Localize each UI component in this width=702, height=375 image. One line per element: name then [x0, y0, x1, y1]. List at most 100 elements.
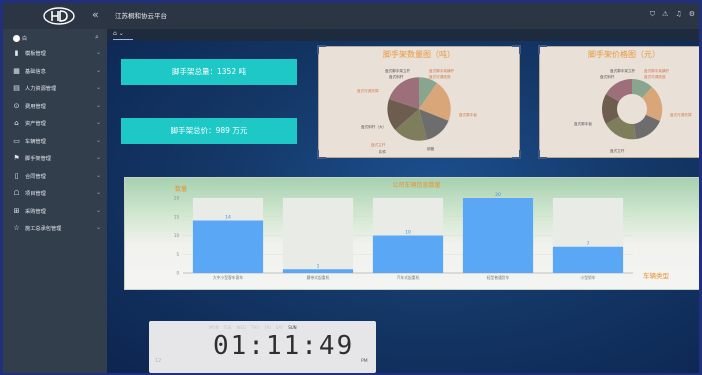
x-tick-label: 履带式起重机 [307, 275, 330, 280]
sidebar-item-label: 资产管理 [25, 121, 46, 127]
pie-label: 盘式可调底座 [429, 75, 451, 79]
chevron-down-icon: ⌄ [96, 101, 102, 109]
sidebar-item-label: 基础信息 [25, 68, 46, 75]
stat-label: 脚手架总价： [170, 126, 216, 135]
sidebar-item-expense[interactable]: ⊙ 费用管理 ⌄ [3, 98, 107, 116]
purchase-icon: ⊞ [13, 206, 20, 215]
pie-value-chart [601, 78, 663, 140]
sidebar-item-basic-info[interactable]: ▦ 基础信息 ⌄ [3, 63, 107, 81]
user-name: 白 [22, 36, 28, 42]
sidebar-item-hr[interactable]: ▤ 人力资源管理 ⌄ [3, 80, 107, 98]
top-bar: « 江苏桐和协云平台 ⛉ ⚠ ♫ ⚙ [3, 3, 699, 29]
top-icons: ⛉ ⚠ ♫ ⚙ [650, 10, 695, 19]
collapse-sidebar-button[interactable]: « [92, 8, 99, 22]
x-tick-label: 大中小型客车客车 [213, 275, 244, 280]
sidebar-item-assets[interactable]: ⌂ 资产管理 ⌄ [3, 115, 107, 133]
bar-background [282, 198, 354, 273]
x-tick-label: 轻型普通货车 [487, 275, 510, 280]
bar-value-label: 10 [405, 230, 411, 236]
stat-total-price: 脚手架总价：989 万元 [121, 118, 297, 144]
vehicle-bar-chart-panel: 公司车辆信息数量 数量 车辆类型 0 5 10 15 20 14 大中小型客车客车 1 履带式起… [124, 177, 699, 290]
sidebar: 白 ⌕ ▮ 模板管理 ⌄ ▦ 基础信息 ⌄ ▤ 人力资源管理 ⌄ ⊙ 费用管理 ⌄ ⌂ 资产管理 ⌄… [3, 29, 107, 373]
y-tick-label: 0 [176, 271, 179, 276]
pie-label: 盘式立杆 [371, 143, 386, 147]
app-title: 江苏桐和协云平台 [115, 12, 167, 20]
bell-icon[interactable]: ♫ [675, 10, 681, 19]
brand-logo [43, 7, 75, 25]
sidebar-menu: ▮ 模板管理 ⌄ ▦ 基础信息 ⌄ ▤ 人力资源管理 ⌄ ⊙ 费用管理 ⌄ ⌂ 资产管理 ⌄ ▭ 车辆… [3, 45, 107, 238]
pie-label: 钢管 [427, 147, 435, 151]
avatar[interactable] [13, 35, 20, 42]
pie-label: 盘式可调底座 [644, 75, 666, 79]
sidebar-item-vehicles[interactable]: ▭ 车辆管理 ⌄ [3, 133, 107, 151]
stat-label: 脚手架总量： [172, 67, 217, 76]
sidebar-item-label: 采购管理 [25, 208, 46, 215]
sidebar-item-project[interactable]: ☖ 项目管理 ⌄ [3, 185, 107, 203]
chevron-down-icon: ⌄ [96, 119, 102, 126]
bar-value-label: 20 [495, 192, 501, 198]
document-icon: ▯ [14, 171, 19, 180]
sidebar-item-label: 车辆管理 [25, 138, 46, 145]
chevron-down-icon: ⌄ [96, 66, 102, 74]
tab-home[interactable]: ⌂ ⌄ [113, 30, 133, 40]
digital-clock: MON TUE WED THU FRI SAT SUN 01:11:49 12 PM [149, 321, 376, 373]
bar[interactable] [372, 235, 444, 274]
pie-value-panel: 脚手架价格图（元） 盘式脚手架立杆 盘式脚手架横杆 盘式斜杆 盘式可调底座 盘式… [538, 45, 699, 159]
x-tick-label: 小型轿车 [580, 275, 595, 280]
sidebar-item-label: 项目管理 [25, 191, 46, 197]
y-tick-label: 5 [176, 252, 179, 257]
truck-icon: ▭ [13, 136, 20, 145]
alert-icon[interactable]: ⚠ [662, 10, 668, 19]
chevron-down-icon: ⌄ [96, 84, 102, 91]
search-icon[interactable]: ⌕ [95, 33, 99, 42]
chevron-down-icon: ⌄ [96, 154, 102, 161]
sidebar-item-scaffold[interactable]: ⚑ 脚手架管理 ⌄ [3, 150, 107, 168]
bar[interactable] [552, 246, 624, 273]
money-icon: ⊙ [13, 101, 20, 110]
bar-value-label: 1 [317, 263, 320, 269]
sidebar-item-template[interactable]: ▮ 模板管理 ⌄ [3, 45, 107, 63]
y-tick-label: 15 [174, 214, 180, 219]
pie-label: 盘式脚手架立杆 [385, 69, 411, 73]
tab-strip: ⌂ ⌄ [107, 29, 699, 41]
sidebar-item-label: 施工总承包管理 [25, 226, 62, 232]
sidebar-item-contract[interactable]: ▯ 合同管理 ⌄ [3, 168, 107, 186]
pie-label: 盘式脚手板 [459, 113, 477, 117]
pie-label: 盘式可调托撑 [357, 89, 379, 93]
x-tick-label: 汽车式起重机 [397, 275, 420, 280]
sidebar-item-label: 费用管理 [25, 103, 46, 110]
asset-icon: ⌂ [14, 119, 19, 127]
pie-label: 盘式斜杆 [600, 75, 615, 79]
sidebar-item-general-contract[interactable]: ☆ 施工总承包管理 ⌄ [3, 220, 107, 238]
sidebar-item-label: 合同管理 [25, 173, 46, 180]
star-icon: ☆ [13, 224, 20, 232]
pie-label: 盘式斜杆 [389, 75, 404, 79]
calendar-icon: ▤ [13, 84, 20, 92]
vehicle-bar-chart: 0 5 10 15 20 14 大中小型客车客车 1 履带式起重机 10 汽车式起重机 20 轻型普通货… [174, 192, 633, 280]
user-row: 白 ⌕ [11, 33, 103, 45]
pie-label: 盘式脚手架立杆 [610, 69, 636, 73]
sidebar-item-purchase[interactable]: ⊞ 采购管理 ⌄ [3, 203, 107, 221]
bar[interactable] [282, 269, 354, 273]
bar[interactable] [462, 198, 534, 273]
main-content: ⌂ ⌄ 脚手架总量：1352 吨 脚手架总价：989 万元 脚手架数量图（吨） [107, 29, 699, 373]
y-tick-label: 20 [174, 196, 180, 201]
clock-ampm: PM [361, 359, 368, 364]
settings-icon[interactable]: ⚙ [689, 10, 695, 19]
chevron-down-icon: ⌄ [96, 189, 102, 196]
stat-total-quantity: 脚手架总量：1352 吨 [121, 59, 297, 85]
chevron-down-icon: ⌄ [96, 49, 102, 56]
bar[interactable] [192, 220, 264, 274]
pie-label: 盘式立杆 [610, 149, 625, 153]
chevron-down-icon: ⌄ [96, 224, 102, 231]
sidebar-item-label: 人力资源管理 [25, 86, 57, 92]
clock-time: 01:11:49 [213, 331, 355, 361]
chevron-down-icon: ⌄ [96, 136, 102, 144]
shield-icon[interactable]: ⛉ [650, 10, 655, 19]
bar-value-label: 14 [225, 215, 231, 221]
file-icon: ▮ [14, 49, 19, 57]
pie-label: 盘式脚手架横杆 [644, 69, 670, 73]
window-frame: « 江苏桐和协云平台 ⛉ ⚠ ♫ ⚙ 白 ⌕ ▮ 模板管理 ⌄ ▦ 基础信息 ⌄ ▤ 人力… [0, 0, 702, 375]
pie-quantity-chart [386, 76, 452, 142]
chevron-down-icon: ⌄ [96, 171, 102, 179]
